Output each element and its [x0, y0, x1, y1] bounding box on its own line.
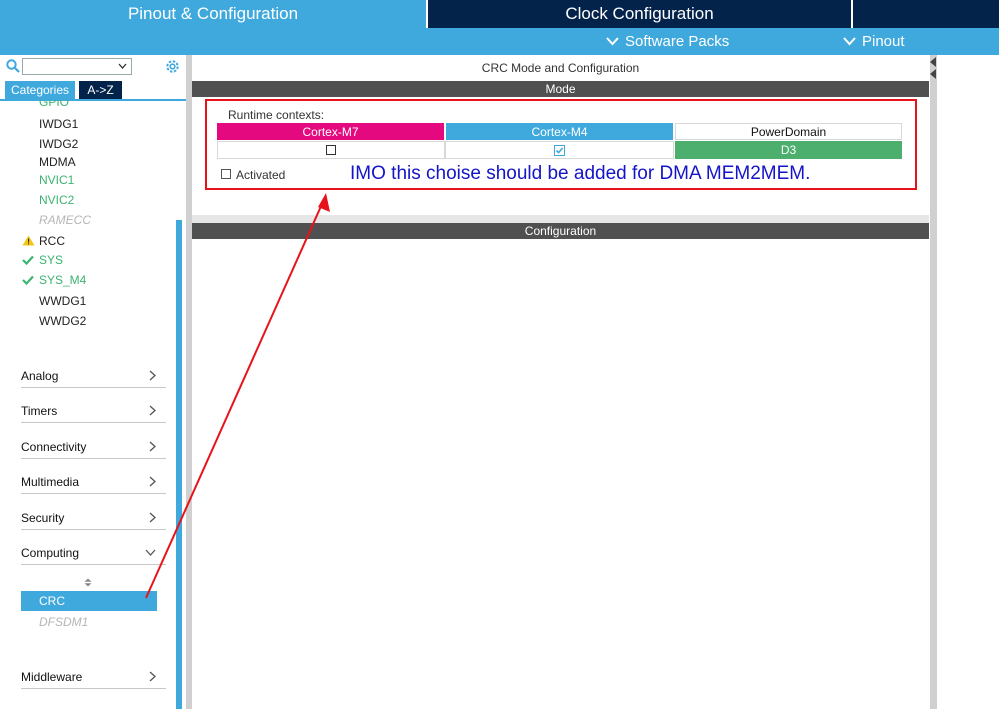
collapse-arrow-icon[interactable]: [929, 56, 937, 80]
crc-label: CRC: [39, 594, 65, 608]
page-title: CRC Mode and Configuration: [481, 61, 640, 75]
peripheral-item[interactable]: NVIC1: [39, 173, 74, 187]
check-icon: [22, 275, 34, 285]
software-packs-label: Software Packs: [625, 33, 730, 50]
computing-item-crc[interactable]: CRC: [21, 591, 157, 611]
configuration-header: Configuration: [192, 223, 929, 239]
peripheral-item[interactable]: RCC: [39, 234, 65, 248]
right-scrollbar[interactable]: [930, 55, 937, 709]
chevron-right-icon: [149, 476, 156, 487]
peripheral-item[interactable]: IWDG2: [39, 137, 78, 151]
section-gap: [192, 215, 929, 223]
gear-icon[interactable]: [164, 58, 181, 75]
peripheral-item[interactable]: RAMECC: [39, 213, 91, 227]
category-label: Analog: [21, 369, 59, 383]
category-computing[interactable]: Computing: [21, 541, 166, 565]
peripheral-item[interactable]: MDMA: [39, 155, 76, 169]
chevron-right-icon: [149, 370, 156, 381]
software-packs-menu[interactable]: Software Packs: [606, 28, 729, 55]
category-label: Computing: [21, 546, 80, 560]
tab-extra[interactable]: [853, 0, 999, 28]
annotation-text: IMO this choise should be added for DMA …: [350, 163, 811, 184]
peripheral-item[interactable]: WWDG1: [39, 294, 86, 308]
warning-icon: [22, 235, 35, 246]
computing-item-dfsdm1[interactable]: DFSDM1: [39, 615, 88, 629]
peripheral-label: GPIO: [39, 100, 70, 109]
sort-icon[interactable]: [84, 578, 92, 587]
category-label: Connectivity: [21, 440, 87, 454]
peripheral-item[interactable]: SYS_M4: [39, 273, 86, 287]
chevron-right-icon: [149, 441, 156, 452]
chevron-right-icon: [149, 405, 156, 416]
category-label: Security: [21, 511, 65, 525]
category-timers[interactable]: Timers: [21, 399, 166, 423]
search-input[interactable]: [22, 58, 132, 75]
category-label: Timers: [21, 404, 58, 418]
dropdown-chevron-icon[interactable]: [118, 63, 127, 69]
check-icon: [22, 255, 34, 265]
chevron-down-icon: [145, 549, 156, 556]
peripheral-item[interactable]: SYS: [39, 253, 63, 267]
category-multimedia[interactable]: Multimedia: [21, 470, 166, 494]
chevron-right-icon: [149, 671, 156, 682]
right-blank-area: [937, 55, 999, 709]
category-connectivity[interactable]: Connectivity: [21, 435, 166, 459]
peripheral-item[interactable]: WWDG2: [39, 314, 86, 328]
category-analog[interactable]: Analog: [21, 364, 166, 388]
left-scrollbar[interactable]: [176, 220, 182, 709]
pinout-menu-label: Pinout: [862, 33, 905, 50]
peripheral-item[interactable]: IWDG1: [39, 117, 78, 131]
category-middleware[interactable]: Middleware: [21, 665, 166, 689]
chevron-down-icon: [843, 37, 856, 46]
search-icon[interactable]: [6, 59, 20, 73]
tab-clock-configuration[interactable]: Clock Configuration: [428, 0, 851, 28]
tab-pinout-configuration[interactable]: Pinout & Configuration: [0, 0, 426, 28]
category-label: Multimedia: [21, 475, 80, 489]
mode-header: Mode: [192, 81, 929, 97]
sub-toolbar: Software Packs Pinout: [0, 28, 999, 55]
category-label: Middleware: [21, 670, 83, 684]
chevron-down-icon: [606, 37, 619, 46]
tab-a-z[interactable]: A->Z: [79, 81, 122, 99]
category-security[interactable]: Security: [21, 506, 166, 530]
tab-categories[interactable]: Categories: [5, 81, 75, 99]
peripheral-item[interactable]: GPIO: [39, 100, 69, 110]
pinout-menu[interactable]: Pinout: [843, 28, 905, 55]
peripheral-item[interactable]: NVIC2: [39, 193, 74, 207]
chevron-right-icon: [149, 512, 156, 523]
tab-underline: [0, 99, 186, 101]
